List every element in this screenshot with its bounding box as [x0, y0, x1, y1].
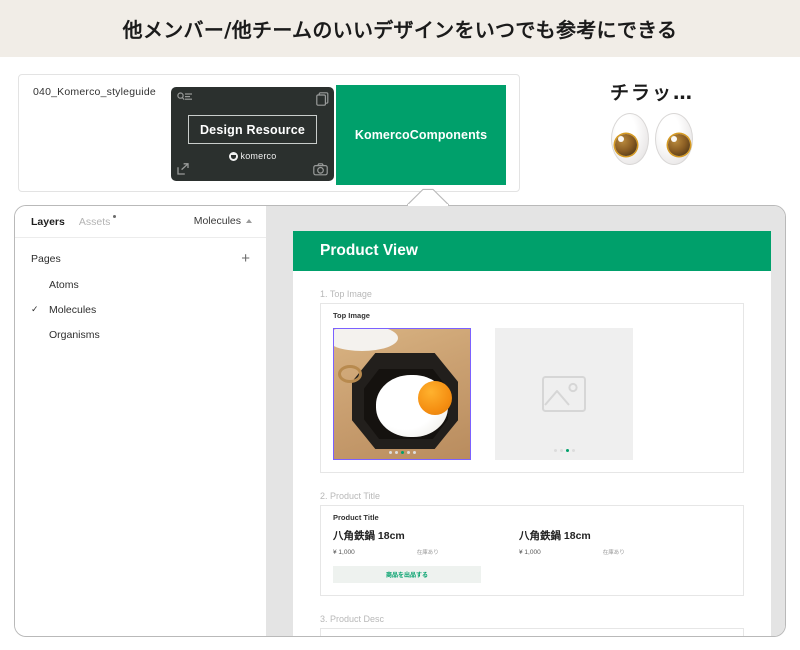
sidebar-tab-bar: Layers Assets Molecules: [15, 206, 266, 238]
komerco-logo-icon: [228, 151, 238, 161]
product-title-row: 八角鉄鍋 18cm ¥ 1,000 在庫あり 八角鉄鍋 18cm ¥ 1,000…: [321, 522, 743, 556]
design-resource-thumbnail[interactable]: Design Resource komerco: [171, 87, 334, 181]
page-item-organisms[interactable]: Organisms: [15, 322, 266, 347]
page-selector[interactable]: Molecules: [194, 215, 252, 227]
screenshot-root: 他メンバー/他チームのいいデザインをいつでも参考にできる 040_Komerco…: [0, 0, 800, 650]
banner-title: 他メンバー/他チームのいいデザインをいつでも参考にできる: [122, 18, 678, 42]
artboard-header: Product View: [293, 231, 771, 271]
design-resource-title: Design Resource: [199, 122, 306, 137]
product-price-2: ¥ 1,000: [519, 548, 541, 556]
figma-window: Layers Assets Molecules Pages + Atoms ✓ …: [14, 205, 786, 637]
image-placeholder[interactable]: [495, 328, 633, 460]
product-card-2: 八角鉄鍋 18cm ¥ 1,000 在庫あり: [519, 528, 705, 556]
design-resource-title-frame: Design Resource: [188, 115, 317, 144]
page-item-atoms[interactable]: Atoms: [15, 272, 266, 297]
page-label-atoms: Atoms: [49, 278, 79, 291]
page-label-molecules: Molecules: [49, 303, 97, 316]
pages-label: Pages: [31, 252, 61, 265]
page-selector-value: Molecules: [193, 215, 241, 227]
sell-product-button-label: 商品を出品する: [385, 573, 428, 579]
section-label-product-desc: 3. Product Desc: [320, 614, 385, 624]
section-box-product-desc: [320, 628, 744, 636]
product-photo-selected[interactable]: [333, 328, 471, 460]
artboard-product-view[interactable]: Product View 1. Top Image Top Image 2. P…: [293, 231, 771, 636]
komerco-wordmark: komerco: [240, 151, 277, 161]
product-price-1: ¥ 1,000: [333, 548, 355, 556]
section-box-top-image: Top Image: [320, 303, 744, 473]
photo-pagination-dots: [334, 451, 470, 454]
camera-icon: [313, 163, 328, 176]
product-stock-1: 在庫あり: [416, 550, 439, 556]
top-image-row: [321, 320, 743, 472]
section-box-product-title: Product Title 八角鉄鍋 18cm ¥ 1,000 在庫あり 八角鉄…: [320, 505, 744, 596]
section-label-product-title: 2. Product Title: [320, 491, 381, 501]
box-title-top-image: Top Image: [333, 311, 370, 320]
product-meta-1: ¥ 1,000 在庫あり: [333, 548, 519, 557]
check-icon: ✓: [31, 304, 39, 314]
page-label-organisms: Organisms: [49, 328, 100, 341]
sell-product-button[interactable]: 商品を出品する: [333, 566, 481, 583]
copy-icon: [316, 92, 329, 106]
add-page-icon[interactable]: +: [241, 251, 250, 266]
product-meta-2: ¥ 1,000 在庫あり: [519, 548, 705, 557]
page-item-molecules[interactable]: ✓ Molecules: [15, 297, 266, 322]
assets-badge-dot: [112, 214, 117, 218]
chirari-text: チラッ…: [609, 82, 694, 104]
file-name-label: 040_Komerco_styleguide: [33, 86, 156, 98]
chevron-up-icon: [246, 219, 252, 223]
figma-sidebar: Layers Assets Molecules Pages + Atoms ✓ …: [15, 206, 266, 636]
product-title-1: 八角鉄鍋 18cm: [333, 530, 405, 542]
export-icon: [177, 163, 189, 175]
tab-layers[interactable]: Layers: [31, 216, 65, 228]
product-card-1: 八角鉄鍋 18cm ¥ 1,000 在庫あり: [333, 528, 519, 556]
product-title-2: 八角鉄鍋 18cm: [519, 530, 591, 542]
box-title-product-title: Product Title: [333, 513, 379, 522]
product-stock-2: 在庫あり: [602, 550, 625, 556]
header-banner: 他メンバー/他チームのいいデザインをいつでも参考にできる: [0, 0, 800, 57]
figma-canvas[interactable]: Product View 1. Top Image Top Image 2. P…: [266, 206, 785, 636]
placeholder-pagination-dots: [495, 449, 633, 452]
tab-assets-label: Assets: [78, 215, 111, 228]
tab-assets[interactable]: Assets: [78, 214, 117, 228]
image-icon: [542, 376, 586, 412]
eyes-icon: [596, 113, 708, 165]
tab-layers-label: Layers: [31, 215, 65, 228]
komerco-brand: komerco: [171, 151, 334, 161]
artboard-title: Product View: [320, 242, 418, 259]
callout-notch: [407, 188, 449, 206]
komerco-components-title: KomercoComponents: [354, 128, 488, 142]
section-label-top-image: 1. Top Image: [320, 289, 372, 299]
chirari-annotation: チラッ…: [596, 78, 708, 165]
search-list-icon: [177, 92, 193, 103]
pages-header: Pages +: [15, 238, 266, 272]
komerco-components-thumbnail[interactable]: KomercoComponents: [336, 85, 506, 185]
